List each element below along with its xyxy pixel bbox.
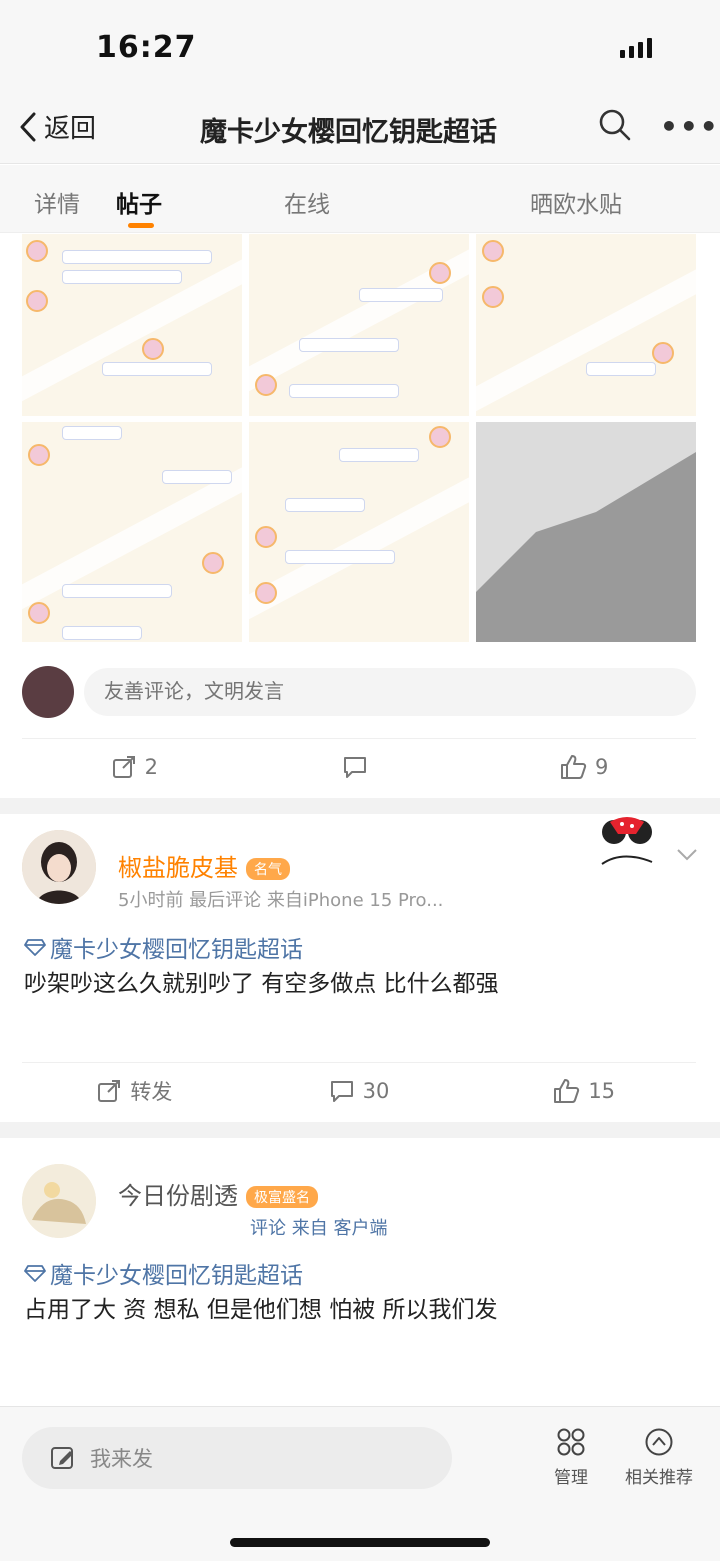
- share-icon: [112, 755, 135, 778]
- search-icon: [599, 109, 631, 141]
- post-image[interactable]: [476, 422, 696, 642]
- page-title: 魔卡少女樱回忆钥匙超话: [200, 117, 497, 148]
- section-divider: [0, 1122, 720, 1138]
- related-label: 相关推荐: [625, 1468, 693, 1488]
- post-actions: 转发 30 15: [22, 1062, 696, 1118]
- author-badge: 极富盛名: [246, 1186, 318, 1208]
- compass-icon: [645, 1428, 673, 1456]
- post-topic[interactable]: 魔卡少女樱回忆钥匙超话: [24, 1256, 303, 1290]
- share-button[interactable]: 2: [22, 739, 247, 794]
- signal-icon: [620, 38, 652, 58]
- comment-icon: [344, 756, 366, 778]
- post-image[interactable]: [22, 234, 242, 416]
- comment-icon: [330, 1080, 353, 1102]
- topic-label: 魔卡少女樱回忆钥匙超话: [50, 937, 303, 963]
- edit-icon: [51, 1447, 73, 1469]
- grid-icon: [557, 1428, 585, 1456]
- author-badge: 名气: [246, 858, 290, 880]
- manage-label: 管理: [554, 1468, 588, 1488]
- comment-button[interactable]: [247, 739, 472, 794]
- tab-posts[interactable]: 帖子: [116, 185, 162, 219]
- comment-button[interactable]: 30: [247, 1063, 472, 1118]
- post-body: 占用了大 资 想私 但是他们想 怕被 所以我们发: [24, 1297, 498, 1323]
- publish-placeholder: 我来发: [90, 1447, 153, 1471]
- tab-active-indicator: [128, 223, 154, 228]
- section-divider: [0, 798, 720, 814]
- comment-count: 30: [362, 1078, 390, 1103]
- diamond-icon: [24, 939, 46, 956]
- diamond-icon: [24, 1265, 46, 1282]
- related-button[interactable]: 相关推荐: [614, 1427, 704, 1488]
- status-bar: 16:27: [0, 0, 720, 90]
- post-body: 吵架吵这么久就别吵了 有空多做点 比什么都强: [24, 971, 499, 997]
- thumbs-up-icon: [560, 754, 587, 779]
- like-count: 9: [594, 754, 609, 779]
- post-image[interactable]: [476, 234, 696, 416]
- home-indicator: [230, 1538, 490, 1547]
- comment-input[interactable]: [84, 668, 696, 716]
- share-label: 转发: [130, 1079, 173, 1104]
- like-count: 15: [588, 1078, 616, 1103]
- post-meta: 评论 来自 客户端: [250, 1218, 388, 1239]
- like-button[interactable]: 15: [471, 1063, 696, 1118]
- avatar[interactable]: [22, 830, 96, 904]
- share-button[interactable]: 转发: [22, 1063, 247, 1118]
- author-name: 椒盐脆皮基: [118, 854, 238, 882]
- post-image[interactable]: [249, 422, 469, 642]
- topic-label: 魔卡少女樱回忆钥匙超话: [50, 1263, 303, 1289]
- like-button[interactable]: 9: [471, 739, 696, 794]
- back-button[interactable]: 返回: [18, 108, 96, 145]
- avatar[interactable]: [22, 1164, 96, 1238]
- author-name: 今日份剧透: [118, 1182, 238, 1210]
- post-actions: 2 9: [22, 738, 696, 794]
- share-icon: [98, 1079, 121, 1102]
- tab-show-off[interactable]: 晒欧水贴: [530, 185, 622, 219]
- post-image[interactable]: [249, 234, 469, 416]
- post-image[interactable]: [22, 422, 242, 642]
- avatar[interactable]: [22, 666, 74, 718]
- nav-bar: 返回 魔卡少女樱回忆钥匙超话 •••: [0, 90, 720, 164]
- mouse-decoration-icon: [601, 817, 653, 865]
- thumbs-up-icon: [554, 1078, 580, 1103]
- chevron-down-icon[interactable]: [676, 848, 698, 862]
- tab-details[interactable]: 详情: [34, 185, 80, 219]
- chevron-left-icon: [20, 112, 36, 141]
- manage-button[interactable]: 管理: [526, 1427, 616, 1488]
- back-label: 返回: [44, 114, 97, 144]
- more-button[interactable]: •••: [660, 110, 720, 143]
- tab-bar: 详情 帖子 在线 晒欧水贴: [0, 165, 720, 233]
- post-author[interactable]: 今日份剧透 极富盛名: [118, 1176, 318, 1211]
- share-count: 2: [144, 754, 159, 779]
- status-time: 16:27: [96, 30, 197, 65]
- post-image-grid: [22, 234, 696, 642]
- post-topic[interactable]: 魔卡少女樱回忆钥匙超话: [24, 930, 303, 964]
- post-meta: 5小时前 最后评论 来自iPhone 15 Pro...: [118, 890, 444, 911]
- tab-online[interactable]: 在线: [284, 185, 330, 219]
- post-author[interactable]: 椒盐脆皮基 名气: [118, 848, 290, 883]
- comment-row: [22, 666, 696, 718]
- publish-input[interactable]: 我来发: [22, 1427, 452, 1489]
- search-button[interactable]: [598, 108, 632, 146]
